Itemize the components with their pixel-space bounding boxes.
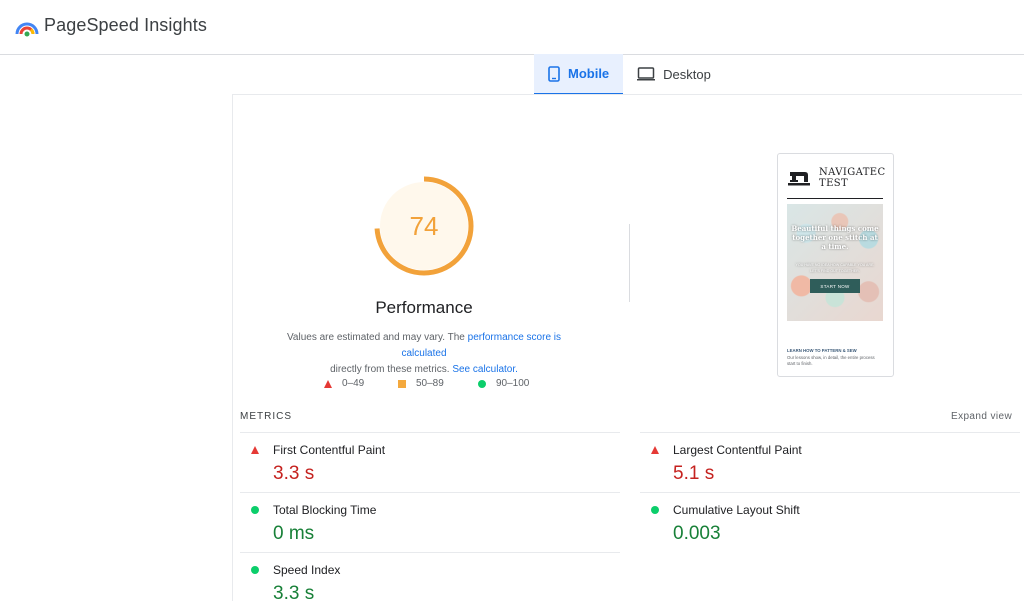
screenshot-brand-line-1: NAVIGATEC <box>819 167 886 178</box>
pass-circle-icon <box>251 566 259 574</box>
tab-mobile[interactable]: Mobile <box>534 54 624 95</box>
metric-title: First Contentful Paint <box>273 443 386 457</box>
metric-largest-contentful-paint: Largest Contentful Paint 5.1 s <box>640 433 1000 493</box>
legend-range-pass: 90–100 <box>496 378 530 389</box>
tab-mobile-label: Mobile <box>568 66 610 81</box>
performance-score: 74 <box>409 210 439 241</box>
expand-view-button[interactable]: Expand view <box>951 411 1012 422</box>
legend-item-average: 50–89 <box>398 378 444 389</box>
legend-range-average: 50–89 <box>416 378 444 389</box>
legend-range-fail: 0–49 <box>342 378 365 389</box>
content-border <box>232 95 233 601</box>
note-text-1: Values are estimated and may vary. The <box>286 332 468 343</box>
screenshot-cta-button: START NOW <box>810 279 860 293</box>
pass-circle-icon <box>251 506 259 514</box>
metric-total-blocking-time: Total Blocking Time 0 ms <box>240 493 600 553</box>
average-square-icon <box>398 379 406 388</box>
screenshot-divider <box>787 198 883 199</box>
note-text-2: directly from these metrics. <box>330 364 453 375</box>
performance-title: Performance <box>375 298 473 317</box>
metric-value: 3.3 s <box>273 583 315 604</box>
fail-triangle-icon <box>324 379 332 388</box>
screenshot-brand-line-2: TEST <box>819 178 849 189</box>
screenshot-brand: NAVIGATEC TEST <box>819 167 886 189</box>
tabs-divider <box>232 94 1022 95</box>
metric-value: 5.1 s <box>673 463 715 484</box>
tab-desktop[interactable]: Desktop <box>623 54 725 94</box>
pass-circle-icon <box>651 506 659 514</box>
screenshot-hero-subtext: YOU HAVE NO IDEA HOW CAPABLE YOU ARE. LE… <box>795 263 875 273</box>
metric-title: Speed Index <box>273 563 341 577</box>
pagespeed-logo-icon[interactable] <box>14 14 40 40</box>
screenshot-link: LEARN HOW TO PATTERN & SEW <box>787 348 857 353</box>
tab-desktop-label: Desktop <box>663 66 711 82</box>
see-calculator-link[interactable]: See calculator. <box>452 364 518 375</box>
screenshot-hero-heading: Beautiful things come together one stitc… <box>791 224 879 251</box>
sewing-machine-icon <box>788 172 810 186</box>
metric-speed-index: Speed Index 3.3 s <box>240 553 600 613</box>
legend-item-pass: 90–100 <box>478 378 529 389</box>
desktop-icon <box>637 67 656 81</box>
metric-value: 0 ms <box>273 523 315 544</box>
screenshot-body-text: Our lessons show, in detail, the entire … <box>787 355 875 366</box>
top-bar: PageSpeed Insights <box>0 0 1024 55</box>
screenshot-hero-image: Beautiful things come together one stitc… <box>787 204 883 321</box>
metric-title: Cumulative Layout Shift <box>673 503 800 517</box>
metric-cumulative-layout-shift: Cumulative Layout Shift 0.003 <box>640 493 1000 553</box>
metric-title: Largest Contentful Paint <box>673 443 802 457</box>
metric-value: 3.3 s <box>273 463 315 484</box>
fail-triangle-icon <box>651 446 659 454</box>
app-title[interactable]: PageSpeed Insights <box>44 15 207 36</box>
pass-circle-icon <box>478 379 486 388</box>
performance-note: Values are estimated and may vary. The p… <box>264 330 584 378</box>
device-tabs: Mobile Desktop <box>534 54 725 95</box>
legend-item-fail: 0–49 <box>324 378 364 389</box>
metric-title: Total Blocking Time <box>273 503 377 517</box>
metric-value: 0.003 <box>673 523 721 544</box>
metric-first-contentful-paint: First Contentful Paint 3.3 s <box>240 433 600 493</box>
vertical-separator <box>629 224 630 302</box>
fail-triangle-icon <box>251 446 259 454</box>
metrics-label: METRICS <box>240 411 292 422</box>
mobile-icon <box>548 65 560 82</box>
page-screenshot[interactable]: NAVIGATEC TEST Beautiful things come tog… <box>777 153 894 377</box>
